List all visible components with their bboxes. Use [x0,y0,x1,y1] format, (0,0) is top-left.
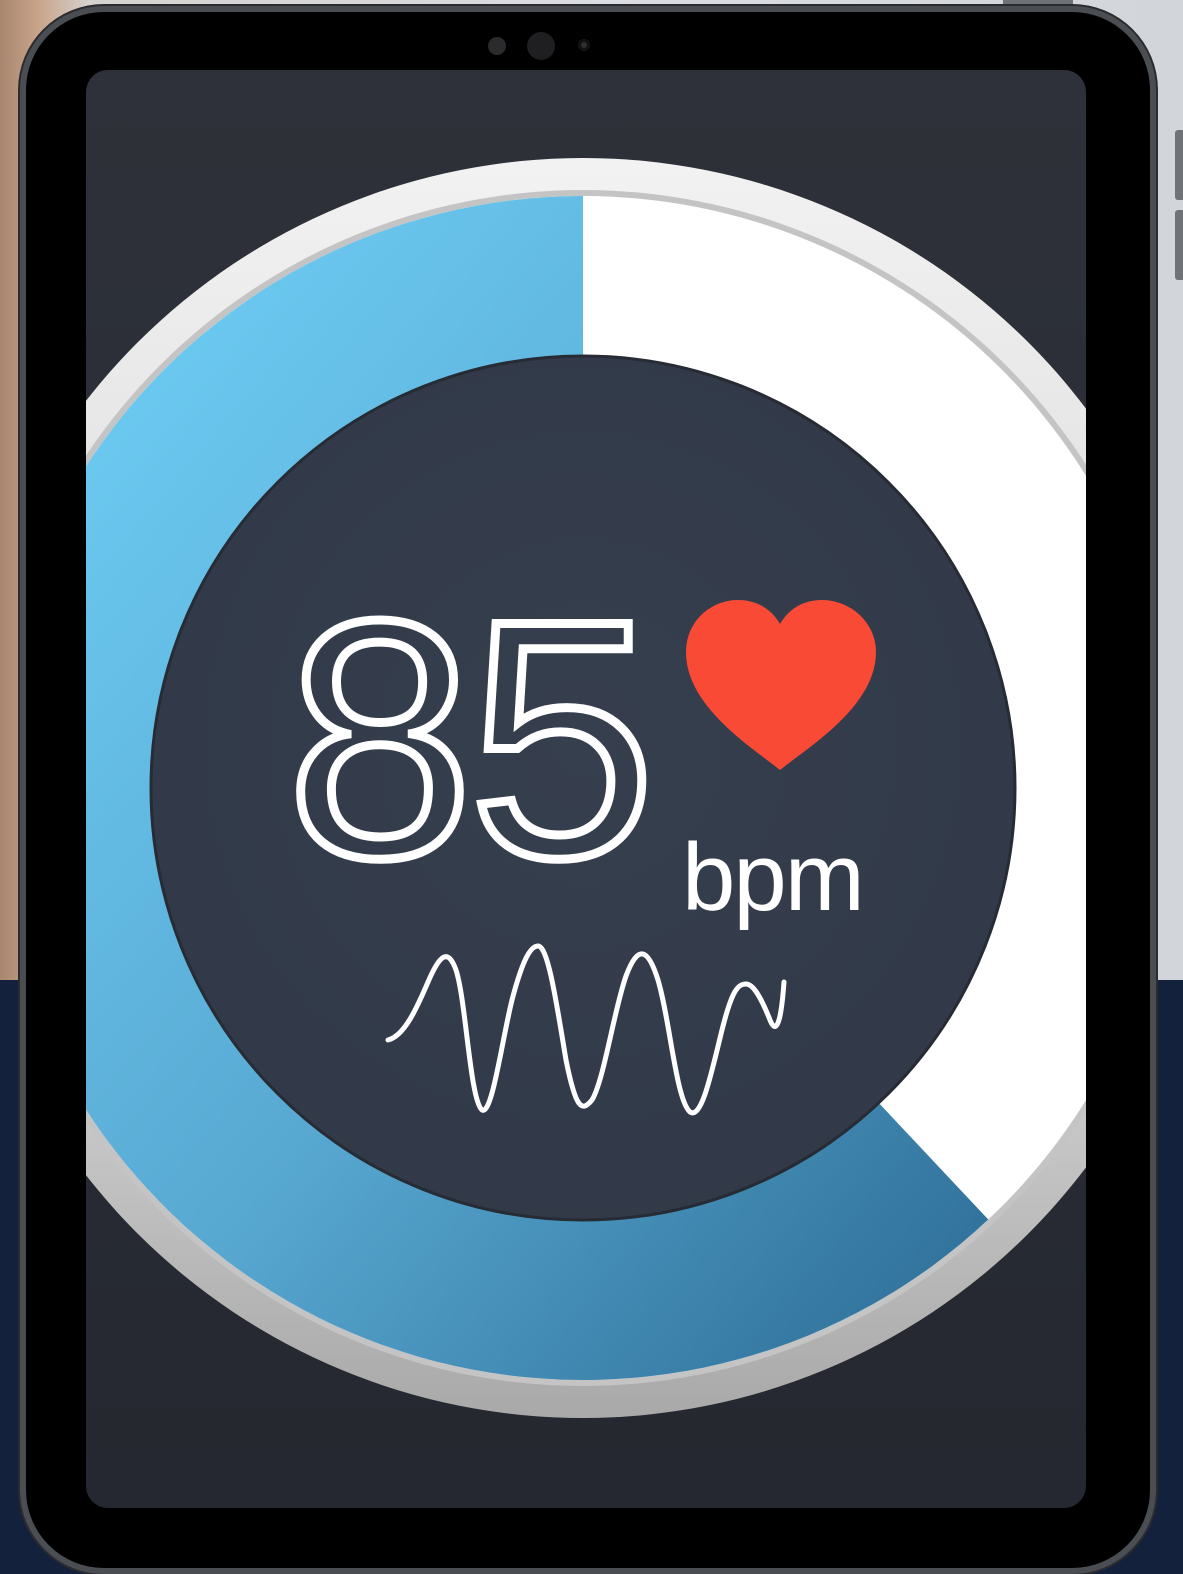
bpm-unit-label: bpm [682,824,865,931]
tablet-frame: 85 bpm [26,12,1150,1568]
tablet-volume-up-button [1175,130,1183,200]
front-camera [527,32,555,60]
heart-rate-readout: 85 bpm [86,70,1086,1508]
tablet-power-button [1003,0,1073,8]
tablet-volume-down-button [1175,210,1183,280]
sensor-dot [488,37,506,55]
light-sensor [578,39,590,51]
app-screen: 85 bpm [86,70,1086,1508]
bpm-value: 85 [282,550,661,928]
